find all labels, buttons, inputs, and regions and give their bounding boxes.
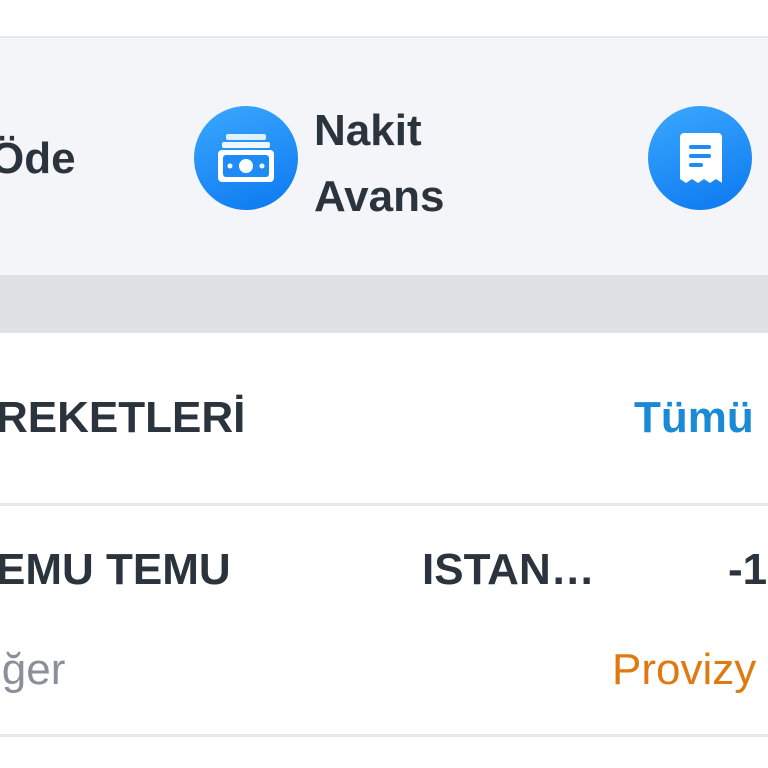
card-home-screen: Öde Nakit Avans REKETLERİ Tümü EMU TEMU … — [0, 0, 768, 768]
quick-action-cash-advance[interactable]: Nakit Avans — [194, 104, 464, 244]
quick-action-statement[interactable] — [648, 106, 752, 210]
bottom-area — [0, 737, 768, 768]
transaction-status: Provizy — [612, 645, 757, 694]
quick-actions-bar: Öde Nakit Avans — [0, 38, 768, 275]
top-strip — [0, 0, 768, 36]
quick-action-pay[interactable]: Öde — [0, 126, 76, 192]
cash-advance-icon — [194, 106, 298, 210]
quick-action-pay-label: Öde — [0, 134, 76, 183]
quick-action-cash-advance-label-line1: Nakit — [314, 106, 422, 155]
section-separator — [0, 275, 768, 333]
transaction-category: iğer — [0, 645, 66, 694]
transaction-amount: -1 — [728, 545, 768, 594]
quick-action-cash-advance-label-line2: Avans — [314, 172, 445, 221]
see-all-link[interactable]: Tümü — [634, 388, 754, 448]
transaction-city: ISTAN… — [422, 545, 595, 594]
transaction-merchant: EMU TEMU — [0, 545, 231, 594]
receipt-icon — [648, 106, 752, 210]
transactions-section-title: REKETLERİ — [0, 393, 246, 442]
